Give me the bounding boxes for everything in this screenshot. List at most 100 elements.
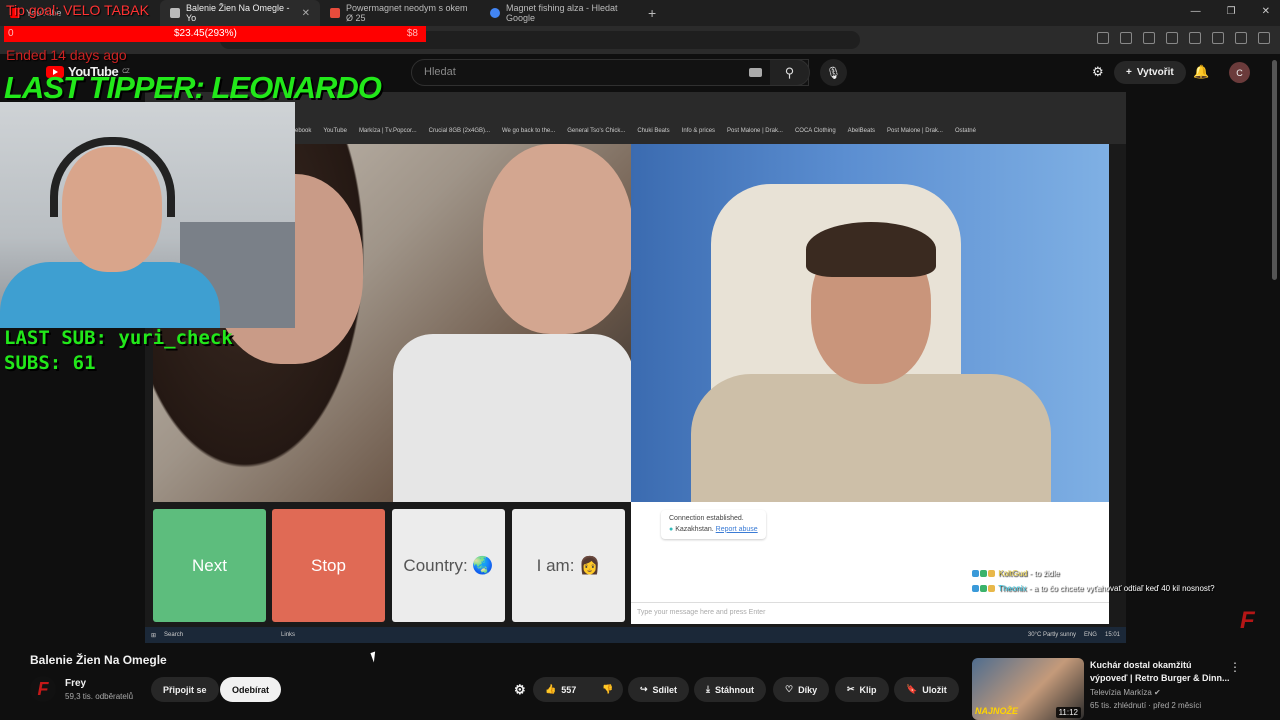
thumbs-down-icon[interactable]: 👎 — [602, 684, 613, 695]
extension-icon[interactable] — [1120, 32, 1132, 44]
save-label: Uložit — [922, 684, 947, 695]
recommendation-thumbnail[interactable]: NAJNOŽE 11:12 — [972, 658, 1084, 720]
chat-badge-icon — [988, 585, 995, 593]
notifications-bell-icon[interactable]: 🔔 — [1193, 64, 1209, 80]
bookmark: General Tso's Chick... — [567, 128, 626, 134]
screen: YouTube Balenie Žien Na Omegle - Yo ✕ Po… — [0, 0, 1280, 720]
chat-message-input[interactable]: Type your message here and press Enter — [631, 602, 1109, 622]
scissors-icon: ✂ — [847, 684, 855, 694]
close-window-icon[interactable]: ✕ — [1262, 6, 1270, 17]
like-dislike-button[interactable]: 👍 557 👎 — [533, 677, 623, 702]
plus-icon: + — [1126, 67, 1132, 78]
omegle-chat: Connection established. ● Kazakhstan. Re… — [631, 502, 1109, 624]
maximize-icon[interactable]: ❐ — [1227, 6, 1236, 17]
chat-badge-icon — [988, 570, 995, 578]
person-face — [483, 144, 631, 334]
tab-powermagnet[interactable]: Powermagnet neodym s okem Ø 25 — [320, 0, 480, 26]
duration-badge: 11:12 — [1055, 707, 1081, 718]
globe-icon: 🌏 — [472, 555, 494, 575]
gender-button[interactable]: I am: 👩 — [512, 509, 625, 622]
share-label: Sdílet — [652, 684, 678, 695]
like-count: 557 — [561, 684, 577, 695]
taskbar-search: Search — [164, 632, 184, 638]
share-button[interactable]: ↪ Sdílet — [628, 677, 690, 702]
bookmark: Info & prices — [681, 128, 716, 134]
weather-text: 30°C Partly sunny — [1027, 632, 1076, 638]
thanks-button[interactable]: ♡ Díky — [773, 677, 830, 702]
channel-name: Televízia Markíza — [1090, 688, 1152, 697]
person-body — [691, 374, 1051, 502]
chat-badge-icon — [980, 585, 987, 593]
shop-favicon-icon — [330, 8, 340, 18]
minimize-icon[interactable]: — — [1191, 6, 1201, 17]
search-icon: ⚲ — [784, 64, 795, 80]
person-shirt — [393, 334, 631, 502]
recommendation-meta: 65 tis. zhlédnutí · před 2 měsíci — [1090, 701, 1202, 710]
person-hair — [806, 222, 936, 277]
save-button[interactable]: 🔖 Uložit — [894, 677, 959, 702]
tab-label: Magnet fishing alza - Hledat Google — [506, 3, 618, 23]
bookmark: Crucial 8GB (2x4GB)... — [428, 128, 490, 134]
extension-icon[interactable] — [1143, 32, 1155, 44]
thanks-gear-button[interactable]: ⚙ — [506, 677, 534, 702]
clip-button[interactable]: ✂ Klip — [835, 677, 889, 702]
tab-label: Balenie Žien Na Omegle - Yo — [186, 3, 290, 23]
join-button[interactable]: Připojit se — [151, 677, 219, 702]
sidebar-icon[interactable] — [1212, 32, 1224, 44]
taskbar-links: Links — [281, 632, 296, 638]
tip-goal-label: Tip goal: VELO TABAK — [6, 2, 149, 18]
recommendation-channel[interactable]: Televízia Markíza ✔ — [1090, 688, 1161, 697]
page-scrollbar[interactable] — [1272, 60, 1277, 280]
wallet-icon[interactable] — [1235, 32, 1247, 44]
subscribe-button[interactable]: Odebírat — [220, 677, 282, 702]
thumbs-up-icon[interactable]: 👍 — [545, 684, 556, 695]
new-tab-button[interactable]: + — [648, 5, 656, 21]
speaker-icon — [170, 8, 180, 18]
bookmark: YouTube — [323, 128, 347, 134]
windows-taskbar: ⊞ Search Links 30°C Partly sunny ENG 15:… — [145, 627, 1126, 643]
subscriber-count: 59,3 tis. odběratelů — [65, 692, 134, 701]
stop-button[interactable]: Stop — [272, 509, 385, 622]
keyboard-icon[interactable] — [749, 68, 762, 77]
stream-bookmarks-bar: ebook YouTube Markíza | Tv.Popcor... Cru… — [295, 128, 976, 134]
report-abuse-link[interactable]: Report abuse — [716, 526, 758, 533]
country-button[interactable]: Country: 🌏 — [392, 509, 505, 622]
channel-avatar[interactable]: F — [30, 676, 56, 702]
next-button[interactable]: Next — [153, 509, 266, 622]
user-avatar[interactable]: C — [1229, 62, 1250, 83]
bookmark: We go back to the... — [502, 128, 556, 134]
connection-message: Connection established. ● Kazakhstan. Re… — [661, 510, 766, 539]
tab-google[interactable]: Magnet fishing alza - Hledat Google — [480, 0, 640, 26]
thanks-label: Díky — [798, 684, 818, 695]
menu-icon[interactable] — [1258, 32, 1270, 44]
more-actions-icon[interactable]: ⋮ — [1229, 660, 1241, 674]
close-icon[interactable]: ✕ — [302, 8, 310, 19]
extensions-bar — [1097, 32, 1270, 44]
tab-video[interactable]: Balenie Žien Na Omegle - Yo ✕ — [160, 0, 320, 26]
streamer-webcam — [0, 102, 295, 328]
bookmark: Chuki Beats — [637, 128, 670, 134]
heart-dollar-icon: ♡ — [785, 684, 794, 694]
create-button[interactable]: + Vytvořit — [1114, 61, 1186, 84]
video-title: Balenie Žien Na Omegle — [30, 653, 167, 667]
share-icon: ↪ — [640, 684, 648, 694]
connection-text: Connection established. — [669, 515, 744, 522]
microphone-icon: 🎙 — [825, 65, 842, 80]
extension-icon[interactable] — [1166, 32, 1178, 44]
extension-icon[interactable] — [1097, 32, 1109, 44]
goal-target: $8 — [406, 28, 418, 39]
voice-search-button[interactable]: 🎙 — [820, 59, 847, 86]
language-text: ENG — [1083, 632, 1097, 638]
download-button[interactable]: ⤓ Stáhnout — [694, 677, 766, 702]
subs-count-label: SUBS: 61 — [4, 352, 96, 374]
recommendation-title[interactable]: Kuchár dostal okamžitú výpoveď | Retro B… — [1090, 659, 1230, 684]
country-label: Country: — [403, 555, 468, 575]
chat-text: - to židle — [1027, 569, 1060, 578]
thumbnail-text: NAJNOŽE — [975, 706, 1019, 716]
tip-goal-bar: 0 $23.45(293%) $8 — [4, 26, 426, 42]
thanks-gear-icon[interactable]: ⚙ — [1092, 64, 1104, 80]
mouse-cursor-icon — [370, 651, 379, 663]
channel-name[interactable]: Frey — [65, 678, 86, 689]
search-button[interactable]: ⚲ — [770, 59, 810, 86]
music-icon[interactable] — [1189, 32, 1201, 44]
